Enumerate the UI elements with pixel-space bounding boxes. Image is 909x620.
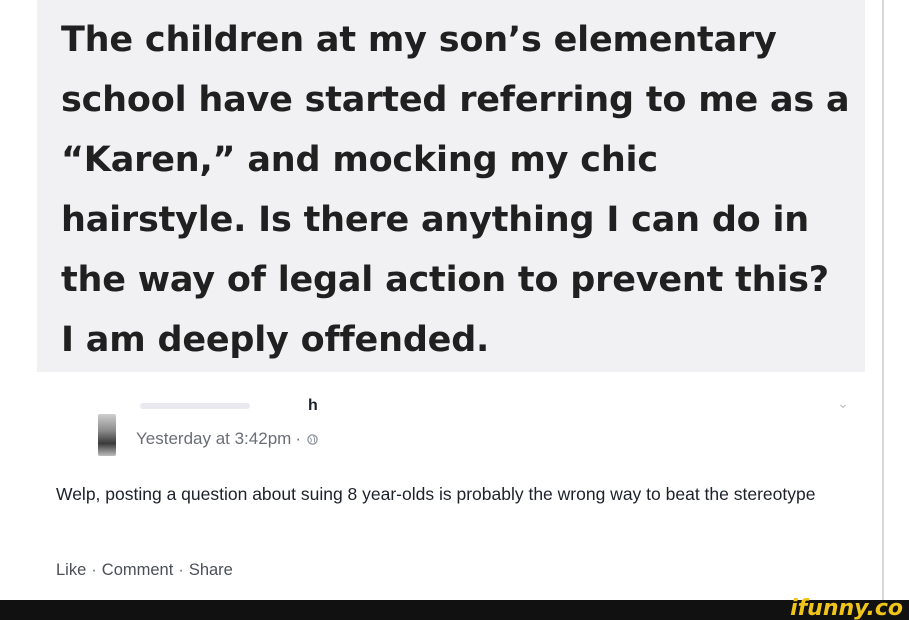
redacted-name <box>140 403 250 409</box>
like-link[interactable]: Like <box>56 561 86 580</box>
comment-text: Welp, posting a question about suing 8 y… <box>56 484 816 504</box>
globe-icon <box>307 433 318 445</box>
watermark-logo: ifunny.co <box>790 596 903 620</box>
timestamp[interactable]: Yesterday at 3:42pm <box>136 429 291 449</box>
chevron-down-icon[interactable]: ⌄ <box>836 396 850 410</box>
comment-link[interactable]: Comment <box>102 561 174 580</box>
post-meta: Yesterday at 3:42pm · <box>136 428 318 450</box>
meta-separator: · <box>295 429 301 448</box>
action-separator: · <box>178 560 184 579</box>
card-border <box>882 0 884 600</box>
author-name-visible: h <box>308 397 318 414</box>
avatar[interactable] <box>98 414 116 456</box>
footer-bar: ifunny.co <box>0 596 909 620</box>
author-name[interactable]: h <box>140 392 350 420</box>
share-link[interactable]: Share <box>189 561 233 580</box>
post-actions: Like · Comment · Share <box>56 558 233 582</box>
question-card: The children at my son’s elementary scho… <box>37 0 865 372</box>
action-separator: · <box>91 560 97 579</box>
question-text: The children at my son’s elementary scho… <box>61 20 850 360</box>
comment-post: h ⌄ Yesterday at 3:42pm · Welp, posting … <box>40 372 880 600</box>
